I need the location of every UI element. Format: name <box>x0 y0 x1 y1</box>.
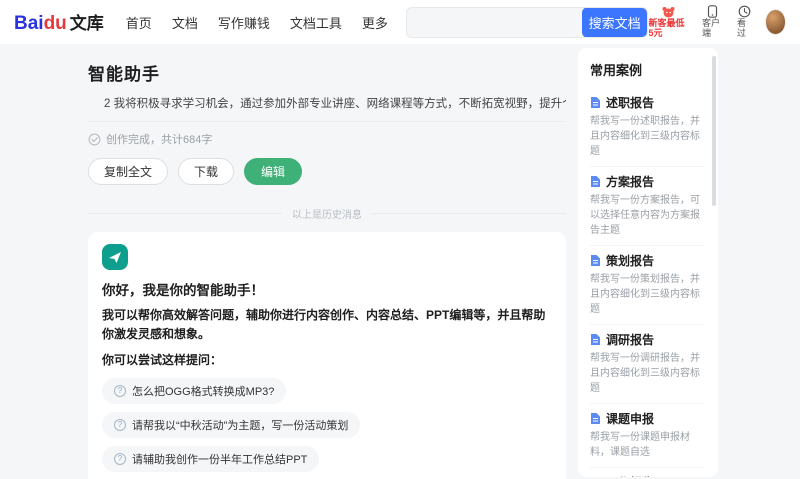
case-desc-text: 帮我写一份策划报告，并且内容细化到三级内容标题 <box>590 274 700 315</box>
nav-more[interactable]: 更多 <box>362 13 388 32</box>
phone-icon <box>707 5 718 18</box>
case-desc-text: 帮我写一份课题申报材料，课题自选 <box>590 432 690 458</box>
clock-icon <box>738 5 751 18</box>
generation-status: 创作完成，共计684字 <box>88 121 566 155</box>
page-layout: 智能助手 2 我将积极寻求学习机会，通过参加外部专业讲座、网络课程等方式，不断拓… <box>0 44 800 479</box>
copy-all-button[interactable]: 复制全文 <box>88 158 169 185</box>
nav-doc-tools[interactable]: 文档工具 <box>290 13 342 32</box>
client-label: 客户端 <box>702 18 721 38</box>
logo-du: du <box>43 13 67 34</box>
case-item-plan-report[interactable]: 方案报告 帮我写一份方案报告，可以选择任意内容为方案报告主题 <box>590 167 704 246</box>
case-title-text: 课题申报 <box>606 412 655 426</box>
suggestion-pill-mid-autumn[interactable]: ? 请帮我以“中秋活动”为主题，写一份活动策划 <box>102 411 361 438</box>
history-divider-label: 以上是历史消息 <box>292 210 362 221</box>
search-bar: 搜索文档 <box>405 6 649 38</box>
question-circle-icon: ? <box>114 418 126 431</box>
status-text: 创作完成，共计684字 <box>106 134 213 146</box>
history-generated-text: 2 我将积极寻求学习机会，通过参加外部专业讲座、网络课程等方式，不断拓宽视野，提… <box>104 98 566 110</box>
nav-docs[interactable]: 文档 <box>172 13 198 32</box>
client-download[interactable]: 客户端 <box>702 5 724 39</box>
case-item-work-report[interactable]: 工作报告 帮我写一份工作报告，工作类型随机 <box>590 468 704 477</box>
document-icon <box>590 96 601 109</box>
assistant-greeting: 你好，我是你的智能助手！ <box>102 283 264 298</box>
top-navbar: Bai du 文库 首页 文档 写作赚钱 文档工具 更多 搜索文档 新客最低5元 客… <box>0 0 800 44</box>
assistant-avatar-icon <box>102 244 128 270</box>
document-icon <box>590 254 601 267</box>
edit-button[interactable]: 编辑 <box>244 158 303 185</box>
case-desc-text: 帮我写一份调研报告，并且内容细化到三级内容标题 <box>590 353 700 394</box>
nav-write-earn[interactable]: 写作赚钱 <box>218 13 270 32</box>
search-input[interactable] <box>406 7 582 37</box>
question-circle-icon: ? <box>114 452 126 465</box>
history-label: 看过 <box>736 18 746 38</box>
page-title: 智能助手 <box>88 65 160 84</box>
logo-bai: Bai <box>14 13 44 34</box>
case-desc-text: 帮我写一份方案报告，可以选择任意内容为方案报告主题 <box>590 195 700 236</box>
history-viewed[interactable]: 看过 <box>737 5 752 39</box>
document-icon <box>590 333 601 346</box>
question-circle-icon: ? <box>114 384 126 397</box>
mascot-icon <box>661 6 676 18</box>
case-title-text: 调研报告 <box>606 333 655 347</box>
document-icon <box>590 175 601 188</box>
history-divider: 以上是历史消息 <box>88 206 566 221</box>
common-cases-title: 常用案例 <box>590 63 643 78</box>
suggestion-text: 请辅助我创作一份半年工作总结PPT <box>132 453 308 466</box>
suggestion-text: 怎么把OGG格式转换成MP3? <box>132 385 275 398</box>
main-nav: 首页 文档 写作赚钱 文档工具 更多 <box>126 13 388 32</box>
assistant-intro-card: 你好，我是你的智能助手！ 我可以帮你高效解答问题，辅助你进行内容创作、内容总结、… <box>88 232 566 479</box>
suggestion-text: 请帮我以“中秋活动”为主题，写一份活动策划 <box>132 419 349 432</box>
document-icon <box>590 476 601 477</box>
navbar-right: 新客最低5元 客户端 看过 <box>648 5 786 39</box>
user-avatar[interactable] <box>764 9 786 35</box>
suggestion-pill-ppt-summary[interactable]: ? 请辅助我创作一份半年工作总结PPT <box>102 445 320 472</box>
download-button[interactable]: 下载 <box>178 158 235 185</box>
new-user-promo[interactable]: 新客最低5元 <box>648 6 689 39</box>
promo-label: 新客最低5元 <box>648 17 685 38</box>
suggestion-pill-ogg-mp3[interactable]: ? 怎么把OGG格式转换成MP3? <box>102 377 287 404</box>
case-item-debriefing-report[interactable]: 述职报告 帮我写一份述职报告，并且内容细化到三级内容标题 <box>590 88 704 167</box>
sidebar-scrollbar[interactable] <box>712 56 716 206</box>
document-icon <box>590 412 601 425</box>
assistant-main: 智能助手 2 我将积极寻求学习机会，通过参加外部专业讲座、网络课程等方式，不断拓… <box>88 48 566 479</box>
check-circle-icon <box>88 133 101 146</box>
logo-wenku: 文库 <box>69 14 104 33</box>
case-item-planning-report[interactable]: 策划报告 帮我写一份策划报告，并且内容细化到三级内容标题 <box>590 246 704 325</box>
baidu-wenku-logo[interactable]: Bai du 文库 <box>14 9 104 35</box>
case-item-project-application[interactable]: 课题申报 帮我写一份课题申报材料，课题自选 <box>590 404 704 468</box>
case-item-research-report[interactable]: 调研报告 帮我写一份调研报告，并且内容细化到三级内容标题 <box>590 325 704 404</box>
nav-home[interactable]: 首页 <box>126 13 152 32</box>
assistant-intro-text: 我可以帮你高效解答问题，辅助你进行内容创作、内容总结、PPT编辑等，并且帮助你激… <box>102 308 546 341</box>
search-button[interactable]: 搜索文档 <box>581 7 648 37</box>
common-cases-panel: 常用案例 述职报告 帮我写一份述职报告，并且内容细化到三级内容标题 方案报告 帮… <box>578 48 718 477</box>
case-title-text: 策划报告 <box>606 254 655 268</box>
history-actions: 复制全文 下载 编辑 <box>88 158 566 185</box>
case-desc-text: 帮我写一份述职报告，并且内容细化到三级内容标题 <box>590 116 700 157</box>
case-title-text: 工作报告 <box>606 474 654 477</box>
case-title-text: 方案报告 <box>606 175 655 189</box>
assistant-prompt-hint: 你可以尝试这样提问： <box>102 353 223 368</box>
case-title-text: 述职报告 <box>606 96 655 110</box>
